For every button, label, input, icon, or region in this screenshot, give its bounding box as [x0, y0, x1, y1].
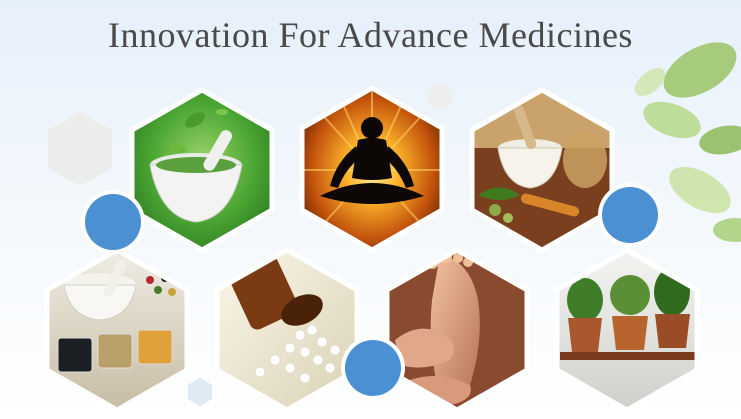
mortar-herbal-tile	[129, 87, 275, 253]
reflexology-tile	[384, 247, 530, 413]
accent-circle	[602, 187, 658, 243]
accent-circle	[345, 340, 401, 396]
banner: Innovation For Advance Medicines	[0, 0, 741, 419]
decor-hex	[188, 378, 212, 406]
homeopathy-pills-tile	[214, 247, 360, 413]
decor-hex	[48, 112, 112, 186]
spices-tile	[44, 247, 190, 413]
hex-collage	[44, 42, 741, 413]
potted-herbs-tile	[554, 247, 700, 413]
meditation-tile	[299, 85, 445, 253]
herbal-ingredients-tile	[469, 87, 615, 253]
accent-circle	[85, 194, 141, 250]
decor-hex	[428, 82, 452, 110]
